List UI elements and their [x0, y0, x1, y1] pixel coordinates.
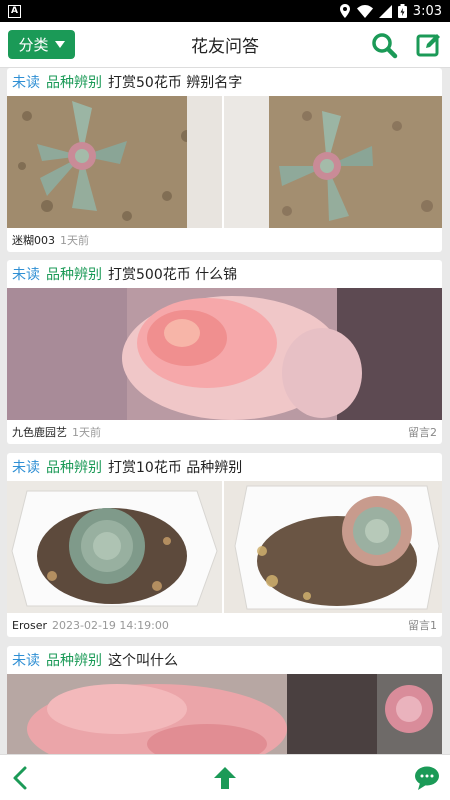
unread-label: 未读: [12, 653, 40, 669]
post-images[interactable]: [7, 96, 442, 228]
clock: 3:03: [412, 3, 442, 19]
post-title-row: 未读 品种辨别 打赏500花币 什么锦: [7, 260, 442, 288]
category-tag: 品种辨别: [46, 460, 102, 476]
post-images[interactable]: [7, 674, 442, 754]
post-card[interactable]: 未读 品种辨别 打赏10花币 品种辨别 Eroser 2023-02-19 14…: [7, 453, 442, 637]
category-tag: 品种辨别: [46, 653, 102, 669]
post-meta: 九色鹿园艺 1天前 留言2: [7, 420, 442, 444]
post-title: 打赏50花币 辨别名字: [108, 75, 243, 91]
post-title-row: 未读 品种辨别 这个叫什么: [7, 646, 442, 674]
category-tag: 品种辨别: [46, 75, 102, 91]
battery-icon: [397, 4, 407, 18]
post-feed[interactable]: 未读 品种辨别 打赏50花币 辨别名字 迷糊003 1天前 未读 品种辨别 打赏…: [0, 68, 450, 754]
back-arrow-icon[interactable]: [9, 765, 35, 791]
wifi-icon: [356, 4, 373, 18]
search-icon[interactable]: [370, 31, 398, 59]
post-time: 1天前: [60, 234, 89, 247]
post-meta: 迷糊003 1天前: [7, 228, 442, 252]
comment-count: 留言1: [408, 619, 437, 632]
post-time: 2023-02-19 14:19:00: [51, 618, 169, 632]
notification-a-icon: A: [8, 4, 21, 18]
unread-label: 未读: [12, 267, 40, 283]
app-header: 分类 花友问答: [0, 22, 450, 68]
scroll-top-icon[interactable]: [212, 765, 238, 791]
chat-bubble-icon[interactable]: [414, 765, 440, 791]
author-name[interactable]: 迷糊003: [12, 232, 55, 248]
post-images[interactable]: [7, 481, 442, 613]
post-title: 打赏10花币 品种辨别: [108, 460, 243, 476]
post-time: 1天前: [72, 426, 101, 439]
succulent-photo: [7, 96, 442, 228]
post-meta: Eroser 2023-02-19 14:19:00 留言1: [7, 613, 442, 637]
unread-label: 未读: [12, 460, 40, 476]
succulent-photo: [7, 674, 442, 754]
succulent-photo: [7, 288, 442, 420]
bottom-toolbar: [0, 754, 450, 800]
category-tag: 品种辨别: [46, 267, 102, 283]
author-name[interactable]: Eroser: [12, 619, 47, 632]
succulent-photo: [7, 481, 442, 613]
author-name[interactable]: 九色鹿园艺: [12, 424, 67, 440]
post-card[interactable]: 未读 品种辨别 打赏500花币 什么锦 九色鹿园艺 1天前 留言2: [7, 260, 442, 444]
unread-label: 未读: [12, 75, 40, 91]
post-title: 打赏500花币 什么锦: [108, 267, 238, 283]
comment-count: 留言2: [408, 426, 437, 439]
status-bar: A 3:03: [0, 0, 450, 22]
post-title: 这个叫什么: [108, 653, 178, 669]
post-card[interactable]: 未读 品种辨别 这个叫什么: [7, 646, 442, 754]
signal-icon: [378, 4, 392, 18]
post-title-row: 未读 品种辨别 打赏10花币 品种辨别: [7, 453, 442, 481]
location-icon: [339, 4, 350, 18]
post-images[interactable]: [7, 288, 442, 420]
post-card[interactable]: 未读 品种辨别 打赏50花币 辨别名字 迷糊003 1天前: [7, 68, 442, 252]
post-title-row: 未读 品种辨别 打赏50花币 辨别名字: [7, 68, 442, 96]
compose-icon[interactable]: [415, 31, 443, 59]
